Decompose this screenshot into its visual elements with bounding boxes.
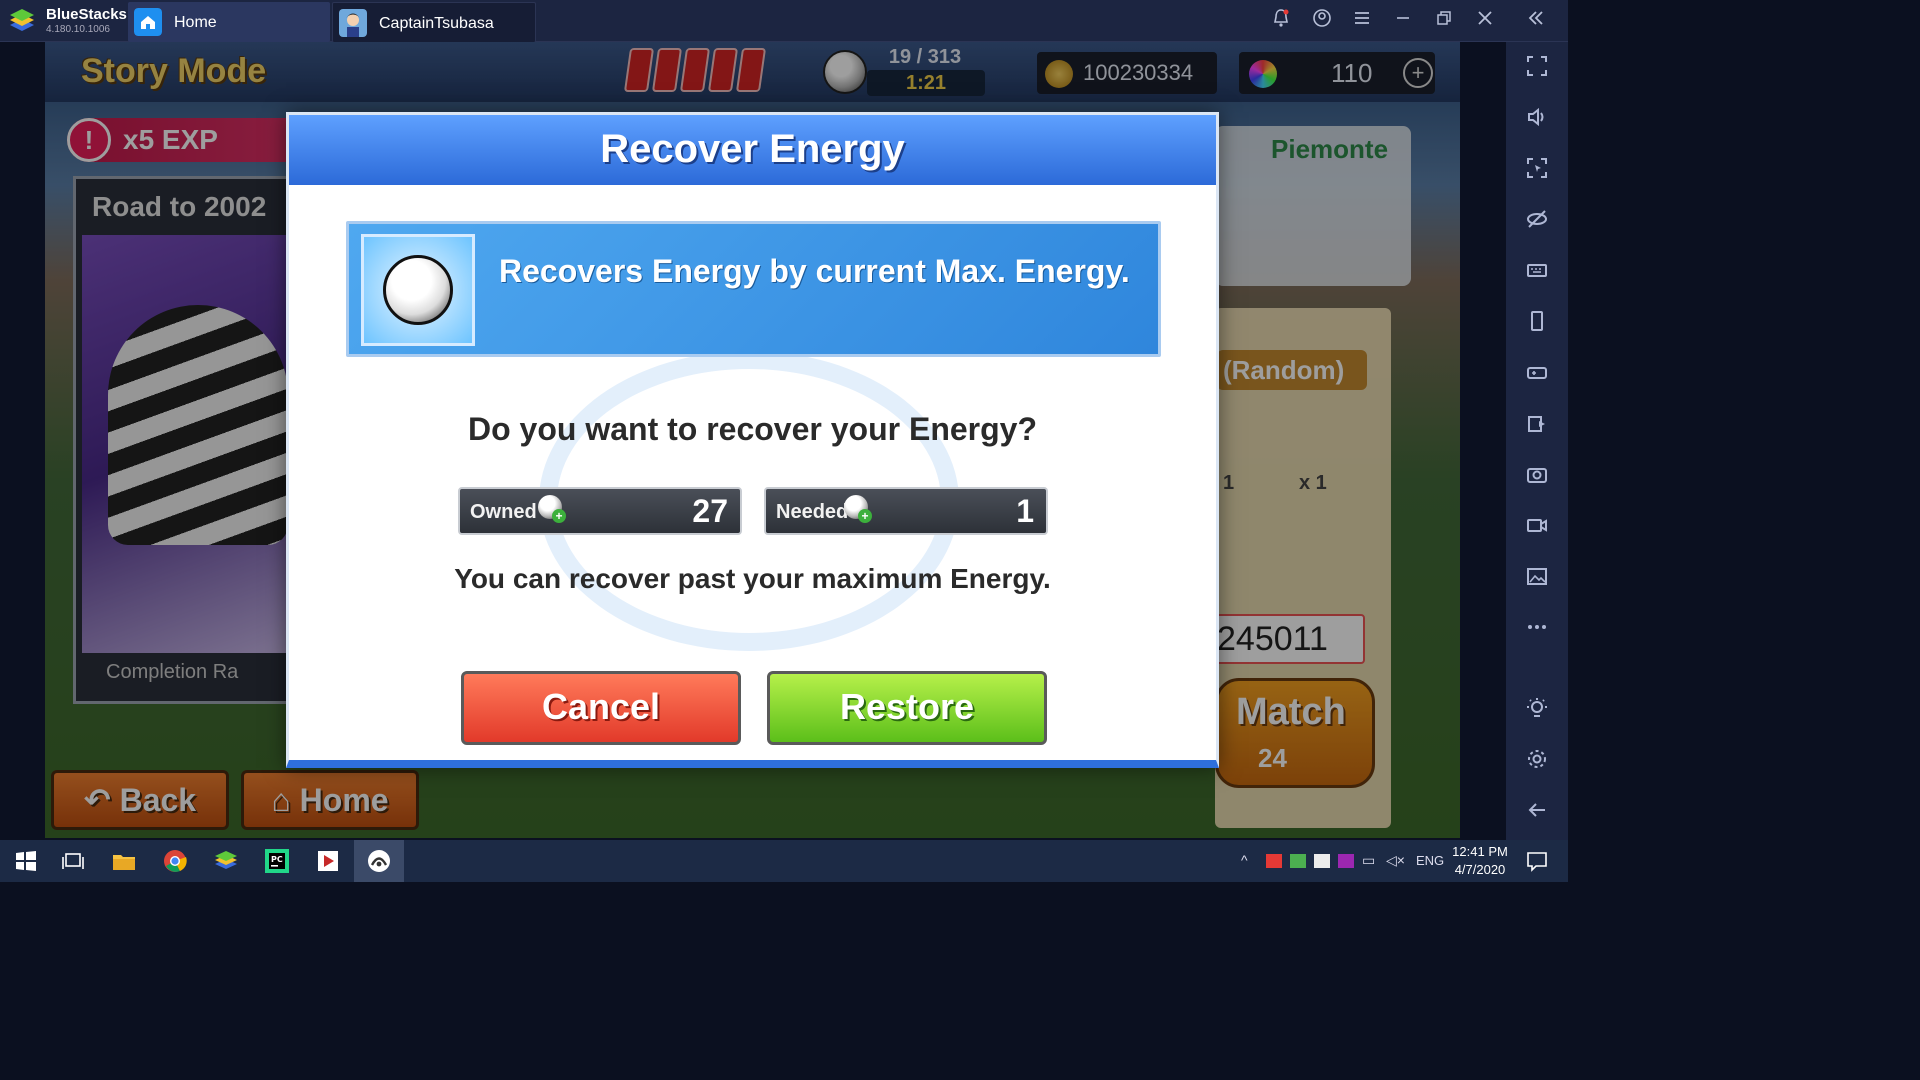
tray-app-icon-1[interactable] [1266, 854, 1282, 868]
dialog-title: Recover Energy [600, 127, 905, 171]
tray-app-icon-4[interactable] [1338, 854, 1354, 868]
tab-home[interactable]: Home [128, 2, 330, 42]
owned-box: Owned + 27 [458, 487, 742, 535]
tab-captaintsubasa[interactable]: CaptainTsubasa [332, 2, 536, 42]
soccer-ball-icon [383, 255, 453, 325]
speaker-muted-icon[interactable]: ◁× [1386, 852, 1405, 869]
screenshot-icon[interactable] [1522, 462, 1552, 492]
install-apk-icon[interactable] [1522, 411, 1552, 441]
bluestacks-sidebar [1506, 42, 1568, 840]
cancel-button[interactable]: Cancel [461, 671, 741, 745]
owned-label: Owned [470, 501, 537, 523]
bluestacks-logo-icon [10, 9, 34, 31]
portrait-icon[interactable] [1522, 309, 1552, 339]
media-manager-icon[interactable] [1522, 564, 1552, 594]
menu-icon[interactable] [1349, 8, 1375, 34]
owned-value: 27 [692, 493, 728, 529]
bell-icon[interactable] [1268, 8, 1294, 34]
tab-home-label: Home [174, 14, 217, 31]
file-explorer-icon[interactable] [111, 848, 137, 874]
plus-icon: + [858, 509, 872, 523]
tray-chevron-icon[interactable]: ^ [1241, 852, 1248, 868]
tab-game-label: CaptainTsubasa [379, 15, 494, 32]
game-thumbnail-icon [339, 9, 367, 37]
tray-app-icon-3[interactable] [1314, 854, 1330, 868]
clock-time[interactable]: 12:41 PM [1452, 844, 1508, 859]
media-player-icon[interactable] [315, 848, 341, 874]
task-view-icon[interactable] [60, 848, 86, 874]
language-indicator[interactable]: ENG [1416, 853, 1444, 868]
back-icon[interactable] [1522, 798, 1552, 828]
tray-app-icon-2[interactable] [1290, 854, 1306, 868]
windows-taskbar: PC ^ ▭ ◁× ENG 12:41 PM 4/7/2020 [0, 840, 1568, 882]
notifications-icon[interactable] [1524, 848, 1550, 874]
network-icon[interactable]: ▭ [1362, 852, 1375, 869]
app-name: BlueStacks [46, 6, 127, 23]
lock-cursor-icon[interactable] [1522, 156, 1552, 186]
minimize-icon[interactable] [1390, 8, 1416, 34]
settings-icon[interactable] [1522, 747, 1552, 777]
brightness-icon[interactable] [1522, 696, 1552, 726]
svg-text:PC: PC [271, 855, 283, 864]
gamepad-icon[interactable] [1522, 360, 1552, 390]
confirm-question: Do you want to recover your Energy? [468, 411, 1037, 447]
item-info-box: Recovers Energy by current Max. Energy. [346, 221, 1161, 357]
dialog-header: Recover Energy [289, 115, 1216, 185]
volume-icon[interactable] [1522, 105, 1552, 135]
chrome-icon[interactable] [162, 848, 188, 874]
needed-box: Needed + 1 [764, 487, 1048, 535]
record-icon[interactable] [1522, 513, 1552, 543]
eye-off-icon[interactable] [1522, 207, 1552, 237]
restore-button[interactable]: Restore [767, 671, 1047, 745]
needed-value: 1 [1016, 493, 1034, 529]
keyboard-icon[interactable] [1522, 258, 1552, 288]
collapse-sidebar-icon[interactable] [1523, 8, 1549, 34]
recover-note: You can recover past your maximum Energy… [454, 563, 1051, 594]
pycharm-icon[interactable]: PC [264, 848, 290, 874]
screen: BlueStacks 4.180.10.1006 Home CaptainTsu… [0, 0, 1568, 882]
bluestacks-title-bar: BlueStacks 4.180.10.1006 Home CaptainTsu… [0, 0, 1568, 42]
recover-energy-dialog: Recover Energy Recovers Energy by curren… [286, 112, 1219, 768]
needed-label: Needed [776, 501, 849, 523]
more-icon[interactable] [1522, 615, 1552, 645]
bluestacks-icon[interactable] [213, 848, 239, 874]
plus-icon: + [552, 509, 566, 523]
account-icon[interactable] [1309, 8, 1335, 34]
home-icon [134, 8, 162, 36]
app-version: 4.180.10.1006 [46, 24, 110, 35]
fullscreen-icon[interactable] [1522, 54, 1552, 84]
clock-date[interactable]: 4/7/2020 [1448, 862, 1512, 877]
game-app-icon[interactable] [366, 848, 392, 874]
item-description: Recovers Energy by current Max. Energy. [499, 253, 1130, 289]
energy-item-icon [361, 234, 475, 346]
start-icon[interactable] [13, 848, 39, 874]
close-icon[interactable] [1472, 8, 1498, 34]
restore-icon[interactable] [1431, 8, 1457, 34]
